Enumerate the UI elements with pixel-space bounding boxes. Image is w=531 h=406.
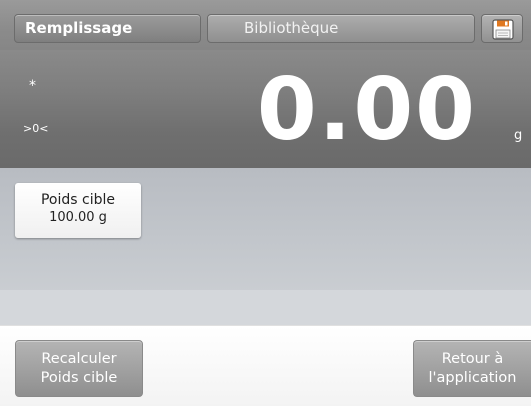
weight-display: * >0< 0.00 g — [0, 50, 531, 168]
weight-value: 0.00 — [256, 60, 477, 160]
top-tab-bar: Remplissage Bibliothèque — [0, 0, 531, 50]
zero-indicator: >0< — [23, 122, 49, 135]
recalculate-label-line2: Poids cible — [40, 370, 118, 386]
save-icon — [492, 19, 514, 40]
tab-library-label: Bibliothèque — [244, 19, 339, 37]
target-weight-label: Poids cible — [40, 192, 115, 208]
return-label-line1: Retour à — [441, 351, 504, 367]
recalculate-label-line1: Recalculer — [41, 351, 117, 367]
return-label-line2: l'application — [428, 370, 517, 386]
content-divider-band — [0, 290, 531, 325]
application-content: Poids cible 100.00 g — [0, 168, 531, 325]
save-button[interactable] — [481, 14, 523, 43]
tab-filling[interactable]: Remplissage — [14, 14, 201, 43]
target-weight-value: 100.00 g — [49, 210, 107, 225]
stability-indicator: * — [29, 78, 36, 94]
target-weight-tile[interactable]: Poids cible 100.00 g — [15, 183, 141, 238]
recalculate-target-button[interactable]: Recalculer Poids cible — [15, 340, 143, 397]
tab-filling-label: Remplissage — [25, 19, 133, 37]
filling-screen: Remplissage Bibliothèque * >0< 0.00 g Po… — [0, 0, 531, 406]
bottom-action-bar: Recalculer Poids cible Retour à l'applic… — [0, 325, 531, 406]
weight-unit[interactable]: g — [514, 128, 522, 143]
return-to-application-button[interactable]: Retour à l'application — [413, 340, 531, 397]
tab-library[interactable]: Bibliothèque — [207, 14, 475, 43]
